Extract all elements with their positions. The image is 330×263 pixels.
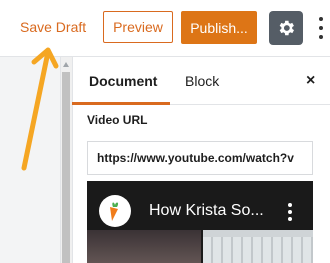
annotation-arrow-icon [21,47,59,171]
